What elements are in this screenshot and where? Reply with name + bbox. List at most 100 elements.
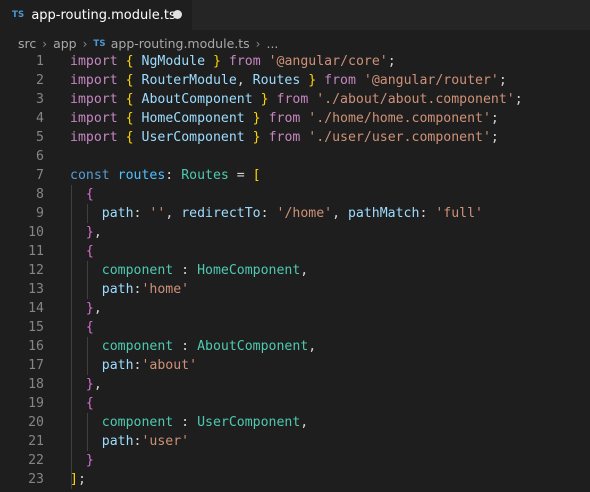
code-line[interactable]: 19 {: [0, 394, 590, 413]
code-line[interactable]: 1 import { NgModule } from '@angular/core…: [0, 52, 590, 71]
code-editor[interactable]: 1 import { NgModule } from '@angular/core…: [0, 52, 590, 489]
line-number: 11: [28, 244, 44, 259]
code-line[interactable]: 17 path:'about': [0, 356, 590, 375]
code-token: ]: [70, 472, 78, 487]
code-token: RouterModule: [141, 73, 237, 88]
code-line[interactable]: 13 path:'home': [0, 280, 590, 299]
code-token: from: [324, 73, 356, 88]
code-line[interactable]: 8 {: [0, 185, 590, 204]
code-line[interactable]: 18 },: [0, 375, 590, 394]
code-text: path:'user': [70, 432, 189, 451]
breadcrumb-item-src[interactable]: src: [18, 36, 36, 51]
code-line[interactable]: 7 const routes: Routes = [: [0, 166, 590, 185]
code-token: routes: [117, 168, 166, 183]
code-token: {: [125, 92, 134, 107]
code-line[interactable]: 14 },: [0, 299, 590, 318]
code-line[interactable]: 23];: [0, 470, 590, 489]
code-line[interactable]: 20 component : UserComponent,: [0, 413, 590, 432]
code-token: ,: [93, 377, 102, 392]
code-line[interactable]: 5 import { UserComponent } from './user/u…: [0, 128, 590, 147]
code-token: {: [85, 187, 94, 202]
code-text: component : AboutComponent,: [70, 337, 316, 356]
code-text: path: '', redirectTo: '/home', pathMatch…: [70, 204, 483, 223]
code-text: {: [70, 394, 94, 413]
code-token: component: [101, 263, 174, 278]
code-line[interactable]: 21 path:'user': [0, 432, 590, 451]
code-text: ];: [70, 470, 86, 489]
code-line[interactable]: 12 component : HomeComponent,: [0, 261, 590, 280]
code-token: import: [70, 92, 118, 107]
tab-bar: TS app-routing.module.ts: [0, 0, 590, 30]
code-text: },: [70, 223, 102, 242]
code-token: ;: [387, 54, 396, 69]
code-line[interactable]: 15 {: [0, 318, 590, 337]
code-token: UserComponent: [197, 415, 301, 430]
editor-tab[interactable]: TS app-routing.module.ts: [0, 0, 192, 30]
code-text: import { NgModule } from '@angular/core'…: [70, 52, 396, 71]
line-number: 10: [28, 225, 44, 240]
code-line[interactable]: 4 import { HomeComponent } from './home/h…: [0, 109, 590, 128]
code-token: ,: [308, 339, 317, 354]
code-line[interactable]: 10 },: [0, 223, 590, 242]
code-token: pathMatch: [347, 206, 420, 221]
code-text: import { AboutComponent } from './about/…: [70, 90, 523, 109]
code-line[interactable]: 3 import { AboutComponent } from './about…: [0, 90, 590, 109]
code-line[interactable]: 11 {: [0, 242, 590, 261]
code-token: {: [125, 54, 134, 69]
breadcrumb-item-more[interactable]: ...: [266, 36, 278, 51]
line-number: 15: [28, 320, 44, 335]
code-token: ;: [490, 111, 499, 126]
code-token: UserComponent: [141, 130, 245, 145]
code-token: path: [101, 434, 134, 449]
breadcrumb-item-file[interactable]: app-routing.module.ts: [111, 36, 250, 51]
code-token: from: [268, 111, 301, 126]
code-token: {: [85, 320, 94, 335]
code-token: import: [70, 54, 118, 69]
unsaved-dot-icon[interactable]: [173, 10, 182, 19]
code-line[interactable]: 9 path: '', redirectTo: '/home', pathMat…: [0, 204, 590, 223]
code-token: {: [125, 73, 134, 88]
code-token: ,: [300, 263, 309, 278]
code-token: ,: [165, 206, 182, 221]
code-token: {: [125, 130, 134, 145]
code-token: :: [260, 206, 277, 221]
code-line[interactable]: 6: [0, 147, 590, 166]
code-token: :: [173, 339, 198, 354]
line-number: 1: [36, 54, 44, 69]
line-number: 8: [36, 187, 44, 202]
code-line[interactable]: 16 component : AboutComponent,: [0, 337, 590, 356]
code-token: Routes: [252, 73, 301, 88]
code-line[interactable]: 2 import { RouterModule, Routes } from '@…: [0, 71, 590, 90]
line-number: 23: [28, 472, 44, 487]
line-number: 6: [36, 149, 44, 164]
code-token: ;: [498, 73, 507, 88]
code-token: ;: [77, 472, 86, 487]
code-text: },: [70, 299, 102, 318]
line-number: 21: [28, 434, 44, 449]
code-line[interactable]: 22 }: [0, 451, 590, 470]
code-token: import: [70, 73, 118, 88]
code-token: ,: [93, 225, 102, 240]
breadcrumb-item-app[interactable]: app: [53, 36, 77, 51]
code-token: 'home': [141, 282, 190, 297]
line-number: 12: [28, 263, 44, 278]
typescript-file-icon: TS: [93, 38, 106, 49]
